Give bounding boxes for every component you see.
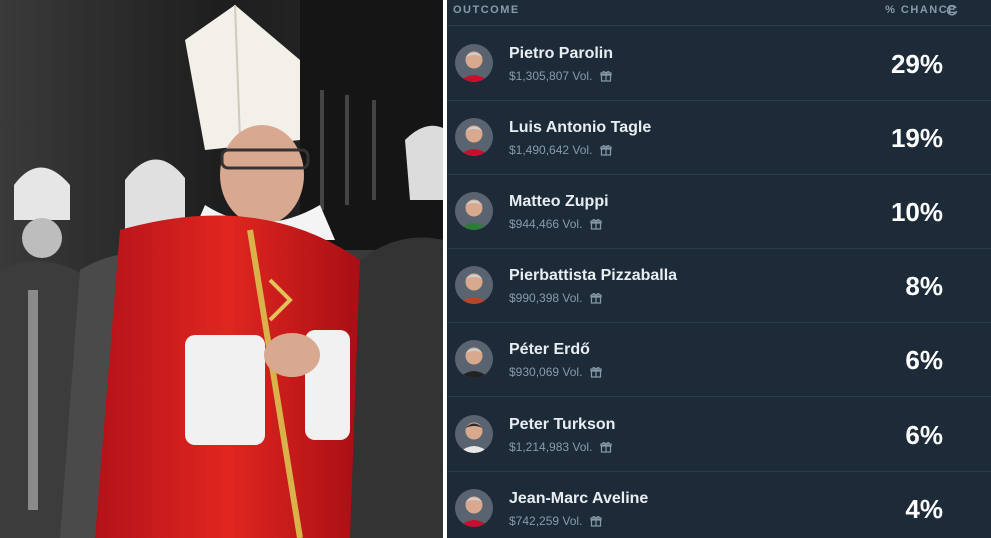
candidate-volume: $944,466 Vol. bbox=[509, 217, 603, 231]
candidate-volume: $1,214,983 Vol. bbox=[509, 440, 613, 454]
gift-icon[interactable] bbox=[600, 144, 613, 156]
table-row[interactable]: Peter Turkson $1,214,983 Vol. 6% bbox=[447, 398, 991, 472]
gift-icon[interactable] bbox=[600, 441, 613, 453]
gift-icon[interactable] bbox=[590, 292, 603, 304]
candidate-volume: $1,490,642 Vol. bbox=[509, 143, 613, 157]
table-row[interactable]: Matteo Zuppi $944,466 Vol. 10% bbox=[447, 175, 991, 249]
avatar-portrait bbox=[455, 489, 493, 527]
gift-icon[interactable] bbox=[590, 366, 603, 378]
candidate-volume: $930,069 Vol. bbox=[509, 365, 603, 379]
gift-icon[interactable] bbox=[600, 70, 613, 82]
candidate-chance: 29% bbox=[890, 49, 943, 79]
cardinal-photo-illustration bbox=[0, 0, 443, 538]
candidate-volume: $990,398 Vol. bbox=[509, 291, 603, 305]
avatar-portrait bbox=[455, 44, 493, 82]
candidate-chance: 4% bbox=[905, 494, 943, 524]
candidate-chance: 6% bbox=[905, 420, 943, 450]
candidate-name: Peter Turkson bbox=[509, 416, 616, 433]
candidate-name: Pierbattista Pizzaballa bbox=[509, 267, 678, 284]
candidate-chance: 10% bbox=[890, 197, 943, 227]
candidate-name: Péter Erdő bbox=[509, 341, 590, 358]
gift-icon-glyph bbox=[600, 442, 613, 453]
gift-icon-glyph bbox=[590, 219, 603, 230]
candidate-volume: $1,305,807 Vol. bbox=[509, 69, 613, 83]
refresh-icon[interactable] bbox=[945, 3, 959, 17]
table-header: OUTCOME % CHANCE bbox=[447, 0, 991, 26]
avatar bbox=[455, 192, 493, 230]
outcome-column-header: OUTCOME bbox=[453, 4, 520, 16]
avatar bbox=[455, 266, 493, 304]
candidate-name: Matteo Zuppi bbox=[509, 193, 609, 210]
candidate-chance: 19% bbox=[890, 123, 943, 153]
avatar-portrait bbox=[455, 340, 493, 378]
avatar bbox=[455, 44, 493, 82]
candidate-chance: 6% bbox=[905, 345, 943, 375]
avatar bbox=[455, 489, 493, 527]
candidate-name: Jean-Marc Aveline bbox=[509, 490, 649, 507]
table-row[interactable]: Péter Erdő $930,069 Vol. 6% bbox=[447, 323, 991, 397]
candidate-name: Pietro Parolin bbox=[509, 45, 614, 62]
prediction-market-panel: OUTCOME % CHANCE Pietro Parolin $1,305,8… bbox=[447, 0, 991, 538]
avatar-portrait bbox=[455, 192, 493, 230]
avatar-portrait bbox=[455, 266, 493, 304]
table-row[interactable]: Pietro Parolin $1,305,807 Vol. 29% bbox=[447, 27, 991, 101]
gift-icon-glyph bbox=[600, 145, 613, 156]
gift-icon-glyph bbox=[590, 293, 603, 304]
gift-icon[interactable] bbox=[590, 218, 603, 230]
table-row[interactable]: Jean-Marc Aveline $742,259 Vol. 4% bbox=[447, 472, 991, 538]
avatar-portrait bbox=[455, 415, 493, 453]
candidate-name: Luis Antonio Tagle bbox=[509, 119, 652, 136]
avatar bbox=[455, 340, 493, 378]
avatar bbox=[455, 415, 493, 453]
gift-icon-glyph bbox=[600, 71, 613, 82]
table-row[interactable]: Pierbattista Pizzaballa $990,398 Vol. 8% bbox=[447, 249, 991, 323]
gift-icon[interactable] bbox=[590, 515, 603, 527]
candidate-chance: 8% bbox=[905, 271, 943, 301]
gift-icon-glyph bbox=[590, 516, 603, 527]
gift-icon-glyph bbox=[590, 367, 603, 378]
avatar bbox=[455, 118, 493, 156]
candidate-volume: $742,259 Vol. bbox=[509, 514, 603, 528]
cardinal-photo bbox=[0, 0, 443, 538]
table-row[interactable]: Luis Antonio Tagle $1,490,642 Vol. 19% bbox=[447, 101, 991, 175]
avatar-portrait bbox=[455, 118, 493, 156]
